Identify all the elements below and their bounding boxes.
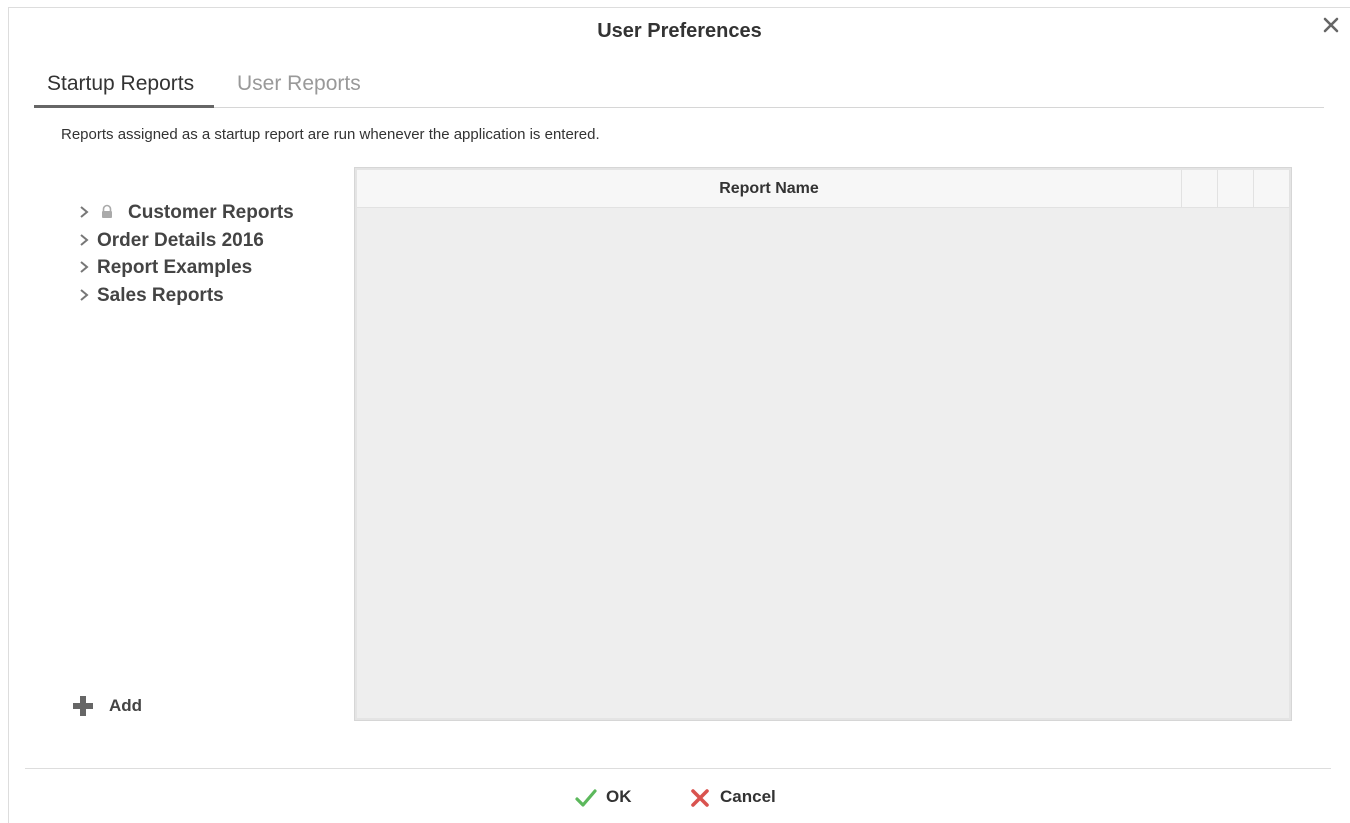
- tab-bar: Startup Reports User Reports: [34, 64, 1324, 108]
- grid-header: Report Name: [357, 170, 1290, 208]
- ok-button-label: OK: [606, 787, 632, 806]
- report-folder-tree: Customer Reports Order Details 2016 Repo…: [75, 199, 345, 309]
- close-icon: [1323, 17, 1339, 33]
- column-header-report-name[interactable]: Report Name: [357, 170, 1182, 208]
- cancel-button-label: Cancel: [720, 787, 776, 806]
- startup-reports-grid[interactable]: Report Name: [354, 167, 1292, 721]
- footer-divider: [25, 768, 1331, 769]
- column-header-extra-1: [1183, 170, 1218, 208]
- chevron-right-icon[interactable]: [77, 260, 91, 274]
- tree-item-label: Customer Reports: [128, 202, 294, 223]
- tree-item-label: Order Details 2016: [97, 229, 264, 251]
- tree-item-order-details-2016[interactable]: Order Details 2016: [75, 227, 345, 255]
- tree-item-label: Sales Reports: [97, 284, 224, 306]
- tree-item-report-examples[interactable]: Report Examples: [75, 254, 345, 282]
- checkmark-icon: [575, 789, 597, 807]
- x-icon: [691, 789, 709, 807]
- add-button-label: Add: [109, 696, 143, 715]
- user-preferences-dialog: User Preferences Startup Reports User Re…: [8, 7, 1350, 823]
- plus-icon: [73, 696, 93, 716]
- tree-item-sales-reports[interactable]: Sales Reports: [75, 282, 345, 310]
- tab-user-reports[interactable]: User Reports: [237, 64, 361, 108]
- chevron-right-icon[interactable]: [77, 233, 91, 247]
- tree-item-customer-reports[interactable]: Customer Reports: [75, 199, 345, 227]
- column-header-extra-3: [1255, 170, 1290, 208]
- tab-startup-reports[interactable]: Startup Reports: [34, 64, 214, 108]
- column-header-extra-2: [1219, 170, 1254, 208]
- lock-icon: [102, 204, 112, 218]
- chevron-right-icon[interactable]: [77, 205, 91, 219]
- tree-item-label: Report Examples: [97, 257, 253, 278]
- chevron-right-icon[interactable]: [77, 288, 91, 302]
- close-button[interactable]: [1320, 14, 1342, 36]
- description-text: Reports assigned as a startup report are…: [61, 126, 600, 143]
- dialog-title: User Preferences: [597, 20, 762, 42]
